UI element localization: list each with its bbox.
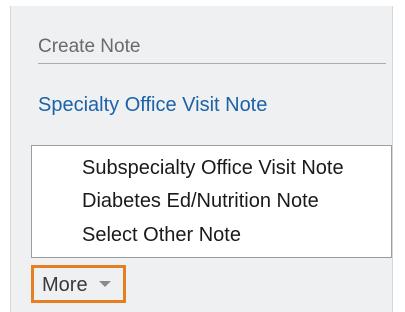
more-button[interactable]: More — [31, 265, 126, 303]
specialty-office-visit-note-link[interactable]: Specialty Office Visit Note — [38, 93, 267, 117]
menu-item-select-other-note[interactable]: Select Other Note — [82, 223, 241, 247]
create-note-panel: Create Note Specialty Office Visit Note … — [10, 6, 393, 312]
menu-item-subspecialty-office-visit-note[interactable]: Subspecialty Office Visit Note — [82, 156, 344, 180]
section-header: Create Note — [38, 36, 386, 64]
note-type-menu: Subspecialty Office Visit Note Diabetes … — [31, 145, 392, 258]
section-title: Create Note — [38, 36, 141, 57]
chevron-down-icon — [99, 281, 111, 287]
more-label: More — [42, 274, 88, 296]
menu-item-diabetes-ed-nutrition-note[interactable]: Diabetes Ed/Nutrition Note — [82, 189, 319, 213]
